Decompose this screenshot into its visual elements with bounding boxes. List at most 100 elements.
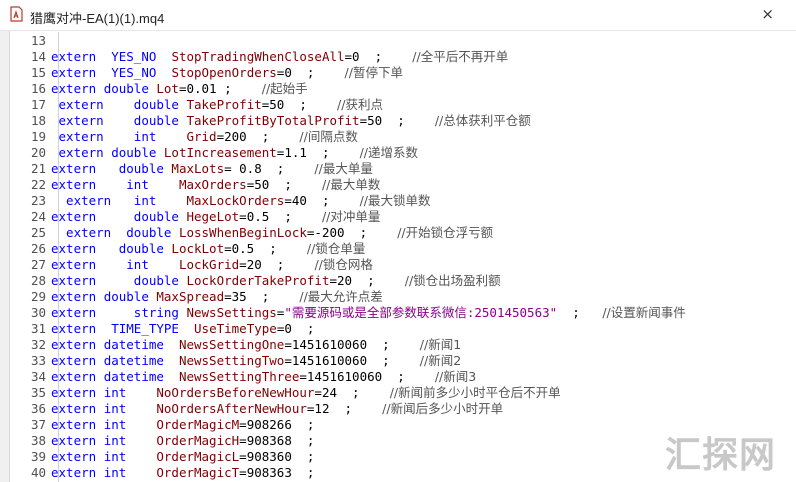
code-line[interactable]: 16 extern double Lot=0.01 ; //起始手 <box>10 81 796 97</box>
code-line[interactable]: 30 extern string NewsSettings="需要源码或是全部参数… <box>10 305 796 321</box>
line-text: extern string NewsSettings="需要源码或是全部参数联系… <box>51 305 686 321</box>
keyword-token: double <box>118 241 172 256</box>
code-line[interactable]: 22 extern int MaxOrders=50 ; //最大单数 <box>10 177 796 193</box>
value-token: =908363 ; <box>239 465 315 480</box>
keyword-token: extern <box>51 353 104 368</box>
comment-token: //全平后不再开单 <box>412 49 509 64</box>
code-line[interactable]: 25 extern double LossWhenBeginLock=-200 … <box>10 225 796 241</box>
keyword-token: extern <box>51 225 127 240</box>
line-number: 24 <box>30 209 46 224</box>
keyword-token: extern <box>51 305 134 320</box>
code-line[interactable]: 14 extern YES_NO StopTradingWhenCloseAll=… <box>10 49 796 65</box>
keyword-token: extern <box>51 257 127 272</box>
value-token: =24 ; <box>314 385 390 400</box>
keyword-token: extern <box>51 417 104 432</box>
keyword-token: extern <box>51 369 104 384</box>
keyword-token: extern <box>51 177 127 192</box>
identifier-token: OrderMagicL <box>156 449 240 464</box>
keyword-token: int <box>103 449 157 464</box>
code-line[interactable]: 23 extern int MaxLockOrders=40 ; //最大锁单数 <box>10 193 796 209</box>
code-editor[interactable]: 13 14 extern YES_NO StopTradingWhenCloseAl… <box>10 32 796 482</box>
keyword-token: int <box>103 401 157 416</box>
line-number: 33 <box>30 353 46 368</box>
comment-token: //总体获利平仓额 <box>434 113 531 128</box>
identifier-token: LotIncreasement <box>163 145 277 160</box>
code-line[interactable]: 35 extern int NoOrdersBeforeNewHour=24 ; … <box>10 385 796 401</box>
keyword-token: double <box>111 145 164 160</box>
line-text: extern double Lot=0.01 ; //起始手 <box>51 81 308 97</box>
identifier-token: MaxOrders <box>178 177 247 192</box>
keyword-token: extern <box>51 321 112 336</box>
keyword-token: YES_NO <box>111 65 172 80</box>
line-text: extern YES_NO StopOpenOrders=0 ; //暂停下单 <box>51 65 403 81</box>
code-line[interactable]: 31 extern TIME_TYPE UseTimeType=0 ; <box>10 321 796 337</box>
code-line[interactable]: 36 extern int NoOrdersAfterNewHour=12 ; /… <box>10 401 796 417</box>
line-number: 39 <box>30 449 46 464</box>
line-number: 30 <box>30 305 46 320</box>
title-bar: 猎鹰对冲-EA(1)(1).mq4 × <box>0 0 796 31</box>
identifier-token: OrderMagicH <box>156 433 240 448</box>
code-line[interactable]: 15 extern YES_NO StopOpenOrders=0 ; //暂停下… <box>10 65 796 81</box>
comment-token: //起始手 <box>261 81 308 96</box>
value-token: =0.5 ; <box>239 209 322 224</box>
value-token: =35 ; <box>224 289 300 304</box>
code-line[interactable]: 24 extern double HegeLot=0.5 ; //对冲单量 <box>10 209 796 225</box>
identifier-token: MaxLots <box>171 161 225 176</box>
value-token: =0.5 ; <box>224 241 307 256</box>
code-line[interactable]: 21 extern double MaxLots= 0.8 ; //最大单量 <box>10 161 796 177</box>
line-number: 16 <box>30 81 46 96</box>
code-line[interactable]: 33 extern datetime NewsSettingTwo=1451610… <box>10 353 796 369</box>
keyword-token: int <box>126 257 179 272</box>
keyword-token: extern <box>51 337 104 352</box>
value-token: =0.01 ; <box>178 81 262 96</box>
code-line[interactable]: 17 extern double TakeProfit=50 ; //获利点 <box>10 97 796 113</box>
line-number: 37 <box>30 417 46 432</box>
line-text: extern int MaxLockOrders=40 ; //最大锁单数 <box>51 193 430 209</box>
close-icon[interactable]: × <box>761 5 774 23</box>
code-line[interactable]: 26 extern double LockLot=0.5 ; //锁仓单量 <box>10 241 796 257</box>
comment-token: //锁仓出场盈利额 <box>404 273 501 288</box>
line-text: extern double LockOrderTakeProfit=20 ; /… <box>51 273 501 289</box>
value-token: ; <box>557 305 603 320</box>
identifier-token: MaxSpread <box>156 289 225 304</box>
keyword-token: double <box>103 81 157 96</box>
line-text: extern TIME_TYPE UseTimeType=0 ; <box>51 321 314 337</box>
value-token: =0 ; <box>276 321 315 336</box>
keyword-token: int <box>133 193 187 208</box>
code-line[interactable]: 28 extern double LockOrderTakeProfit=20 ;… <box>10 273 796 289</box>
value-token: =908360 ; <box>239 449 315 464</box>
keyword-token: extern <box>51 81 104 96</box>
identifier-token: NoOrdersAfterNewHour <box>156 401 307 416</box>
code-line[interactable]: 19 extern int Grid=200 ; //间隔点数 <box>10 129 796 145</box>
keyword-token: datetime <box>103 337 179 352</box>
keyword-token: extern <box>51 273 134 288</box>
line-number: 28 <box>30 273 46 288</box>
keyword-token: extern <box>51 449 104 464</box>
identifier-token: UseTimeType <box>194 321 277 336</box>
keyword-token: int <box>103 385 157 400</box>
line-text: extern datetime NewsSettingThree=1451610… <box>51 369 476 385</box>
keyword-token: extern <box>51 193 134 208</box>
value-token: = 0.8 ; <box>224 161 315 176</box>
line-text: extern YES_NO StopTradingWhenCloseAll=0 … <box>51 49 508 65</box>
line-number: 31 <box>30 321 46 336</box>
window-title: 猎鹰对冲-EA(1)(1).mq4 <box>30 11 165 26</box>
value-token: =1451610060 ; <box>284 353 420 368</box>
code-line[interactable]: 20 extern double LotIncreasement=1.1 ; /… <box>10 145 796 161</box>
keyword-token: int <box>126 177 179 192</box>
code-line[interactable]: 13 <box>10 33 796 49</box>
identifier-token: LockGrid <box>178 257 240 272</box>
value-token: =20 ; <box>239 257 315 272</box>
line-number: 19 <box>30 129 46 144</box>
code-line[interactable]: 34 extern datetime NewsSettingThree=14516… <box>10 369 796 385</box>
code-line[interactable]: 29 extern double MaxSpread=35 ; //最大允许点差 <box>10 289 796 305</box>
code-line[interactable]: 27 extern int LockGrid=20 ; //锁仓网格 <box>10 257 796 273</box>
keyword-token: int <box>103 417 157 432</box>
code-line[interactable]: 18 extern double TakeProfitByTotalProfit… <box>10 113 796 129</box>
identifier-token: Lot <box>156 81 179 96</box>
line-number: 21 <box>30 161 46 176</box>
comment-token: //暂停下单 <box>344 65 403 80</box>
code-line[interactable]: 32 extern datetime NewsSettingOne=1451610… <box>10 337 796 353</box>
comment-token: //新闻1 <box>419 337 462 352</box>
comment-token: //新闻3 <box>434 369 477 384</box>
